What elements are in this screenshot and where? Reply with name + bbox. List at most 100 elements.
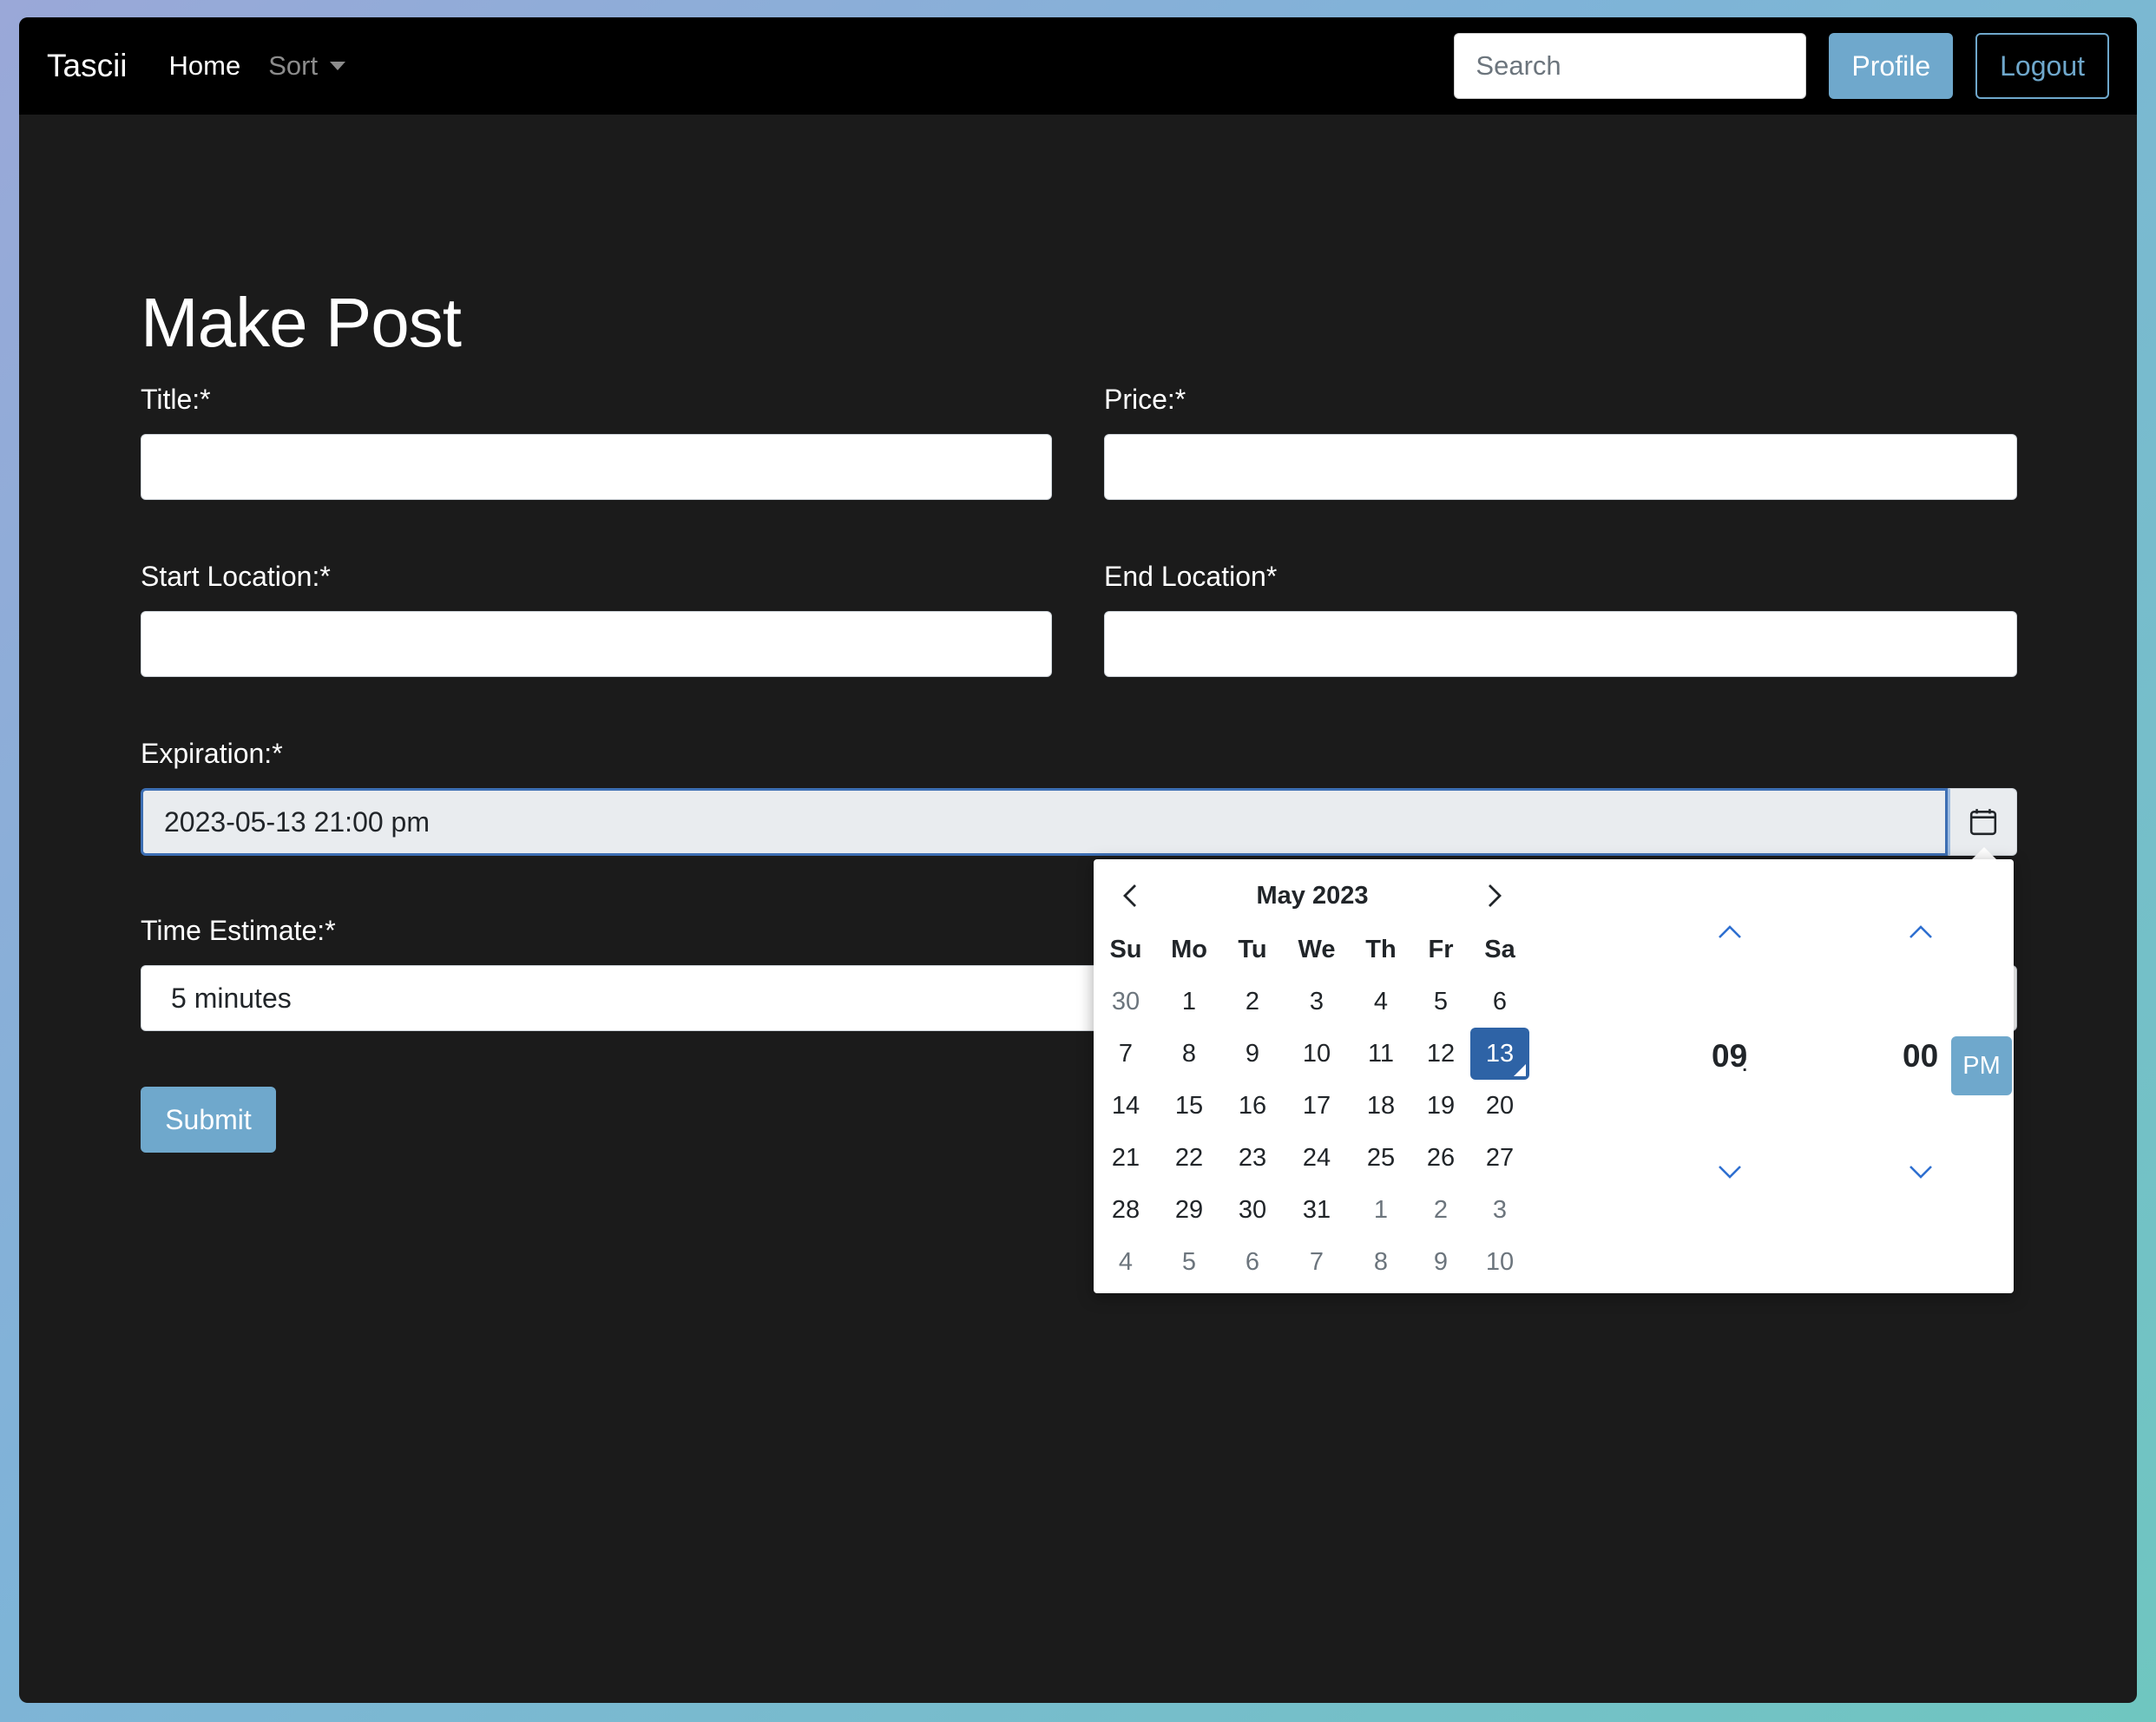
calendar-day[interactable]: 8 [1351, 1236, 1411, 1288]
minute-value[interactable]: 00 [1903, 1038, 1938, 1075]
price-label: Price:* [1104, 384, 1186, 415]
calendar-day[interactable]: 19 [1411, 1080, 1470, 1132]
calendar-day[interactable]: 15 [1156, 1080, 1222, 1132]
calendar-day[interactable]: 9 [1411, 1236, 1470, 1288]
calendar-day-label: 3 [1309, 987, 1324, 1015]
calendar-day[interactable]: 6 [1222, 1236, 1283, 1288]
calendar-day-label: 27 [1485, 1143, 1515, 1172]
expiration-value: 2023-05-13 21:00 pm [164, 805, 430, 838]
calendar-day[interactable]: 5 [1411, 976, 1470, 1028]
calendar-day[interactable]: 28 [1095, 1184, 1156, 1236]
picker-pointer [1972, 847, 1996, 859]
submit-button[interactable]: Submit [141, 1087, 276, 1153]
calendar-day-label: 7 [1118, 1039, 1134, 1068]
calendar-day[interactable]: 3 [1470, 1184, 1529, 1236]
title-input[interactable] [141, 434, 1052, 500]
calendar-day[interactable]: 9 [1222, 1028, 1283, 1080]
calendar-day[interactable]: 2 [1222, 976, 1283, 1028]
calendar-day-label: 25 [1366, 1143, 1396, 1172]
price-input[interactable] [1104, 434, 2017, 500]
calendar-day[interactable]: 11 [1351, 1028, 1411, 1080]
calendar-day[interactable]: 3 [1283, 976, 1351, 1028]
calendar-day[interactable]: 4 [1095, 1236, 1156, 1288]
calendar-day-label: 20 [1485, 1091, 1515, 1120]
calendar-day[interactable]: 1 [1156, 976, 1222, 1028]
brand-logo[interactable]: Tascii [47, 48, 128, 84]
calendar-day[interactable]: 24 [1283, 1132, 1351, 1184]
calendar-day[interactable]: 2 [1411, 1184, 1470, 1236]
minute-increment-button[interactable] [1903, 915, 1938, 950]
weekday-header: Su [1109, 935, 1142, 963]
search-input[interactable] [1454, 33, 1807, 99]
hour-increment-button[interactable] [1712, 915, 1747, 950]
calendar-day-selected[interactable]: 13 [1470, 1028, 1529, 1080]
start-location-label: Start Location:* [141, 561, 331, 592]
time-estimate-value: 5 minutes [171, 982, 292, 1014]
calendar-day[interactable]: 17 [1283, 1080, 1351, 1132]
calendar-day[interactable]: 18 [1351, 1080, 1411, 1132]
expiration-input[interactable]: 2023-05-13 21:00 pm [141, 788, 1948, 856]
start-location-input[interactable] [141, 611, 1052, 677]
calendar-day-label: 18 [1366, 1091, 1396, 1120]
calendar-day[interactable]: 10 [1283, 1028, 1351, 1080]
calendar-day[interactable]: 30 [1095, 976, 1156, 1028]
calendar-day[interactable]: 14 [1095, 1080, 1156, 1132]
calendar-toggle-button[interactable] [1948, 788, 2017, 856]
calendar-day[interactable]: 7 [1283, 1236, 1351, 1288]
calendar-day-label: 31 [1302, 1195, 1331, 1224]
calendar-day[interactable]: 30 [1222, 1184, 1283, 1236]
calendar-day[interactable]: 27 [1470, 1132, 1529, 1184]
weekday-header: Sa [1484, 935, 1515, 963]
nav-sort-dropdown[interactable]: Sort [268, 50, 346, 82]
calendar-day[interactable]: 10 [1470, 1236, 1529, 1288]
calendar-header: May 2023 [1094, 875, 1528, 917]
month-title[interactable]: May 2023 [1257, 882, 1369, 910]
next-month-button[interactable] [1477, 878, 1512, 913]
calendar-day-label: 17 [1302, 1091, 1331, 1120]
profile-button[interactable]: Profile [1829, 33, 1954, 99]
calendar-day[interactable]: 22 [1156, 1132, 1222, 1184]
calendar-day-label: 21 [1111, 1143, 1140, 1172]
chevron-right-icon [1489, 884, 1502, 907]
calendar-day[interactable]: 1 [1351, 1184, 1411, 1236]
calendar-day[interactable]: 20 [1470, 1080, 1529, 1132]
expiration-label: Expiration:* [141, 738, 283, 769]
time-separator: : [1741, 1048, 1749, 1077]
end-location-input[interactable] [1104, 611, 2017, 677]
calendar-day-label: 19 [1426, 1091, 1456, 1120]
chevron-down-icon [1909, 1166, 1932, 1179]
calendar-day[interactable]: 29 [1156, 1184, 1222, 1236]
hour-decrement-button[interactable] [1712, 1154, 1747, 1189]
calendar-day[interactable]: 8 [1156, 1028, 1222, 1080]
calendar-day[interactable]: 5 [1156, 1236, 1222, 1288]
chevron-up-icon [1909, 925, 1932, 938]
calendar-day[interactable]: 26 [1411, 1132, 1470, 1184]
nav-actions: Profile Logout [1454, 33, 2109, 99]
calendar-day[interactable]: 4 [1351, 976, 1411, 1028]
calendar-day[interactable]: 31 [1283, 1184, 1351, 1236]
calendar-day[interactable]: 12 [1411, 1028, 1470, 1080]
calendar-day[interactable]: 16 [1222, 1080, 1283, 1132]
calendar-day-label: 12 [1426, 1039, 1456, 1068]
minute-decrement-button[interactable] [1903, 1154, 1938, 1189]
ampm-toggle-button[interactable]: PM [1951, 1036, 2012, 1095]
calendar-day-label: 28 [1111, 1195, 1140, 1224]
calendar-day[interactable]: 21 [1095, 1132, 1156, 1184]
navbar: Tascii Home Sort Profile Logout [19, 17, 2137, 115]
calendar-day-label: 30 [1111, 987, 1140, 1015]
calendar-day[interactable]: 25 [1351, 1132, 1411, 1184]
nav-home-link[interactable]: Home [169, 50, 241, 82]
calendar-day-label: 8 [1373, 1247, 1389, 1276]
calendar-day-label: 9 [1245, 1039, 1260, 1068]
calendar-day-label: 10 [1302, 1039, 1331, 1068]
calendar-day[interactable]: 23 [1222, 1132, 1283, 1184]
calendar-day[interactable]: 6 [1470, 976, 1529, 1028]
chevron-down-icon [1718, 1166, 1741, 1179]
weekday-header: Tu [1238, 935, 1267, 963]
logout-button[interactable]: Logout [1975, 33, 2109, 99]
calendar-day[interactable]: 7 [1095, 1028, 1156, 1080]
weekday-header: Fr [1428, 935, 1454, 963]
prev-month-button[interactable] [1113, 878, 1147, 913]
calendar-day-label: 4 [1118, 1247, 1134, 1276]
calendar-day-label: 6 [1492, 987, 1508, 1015]
